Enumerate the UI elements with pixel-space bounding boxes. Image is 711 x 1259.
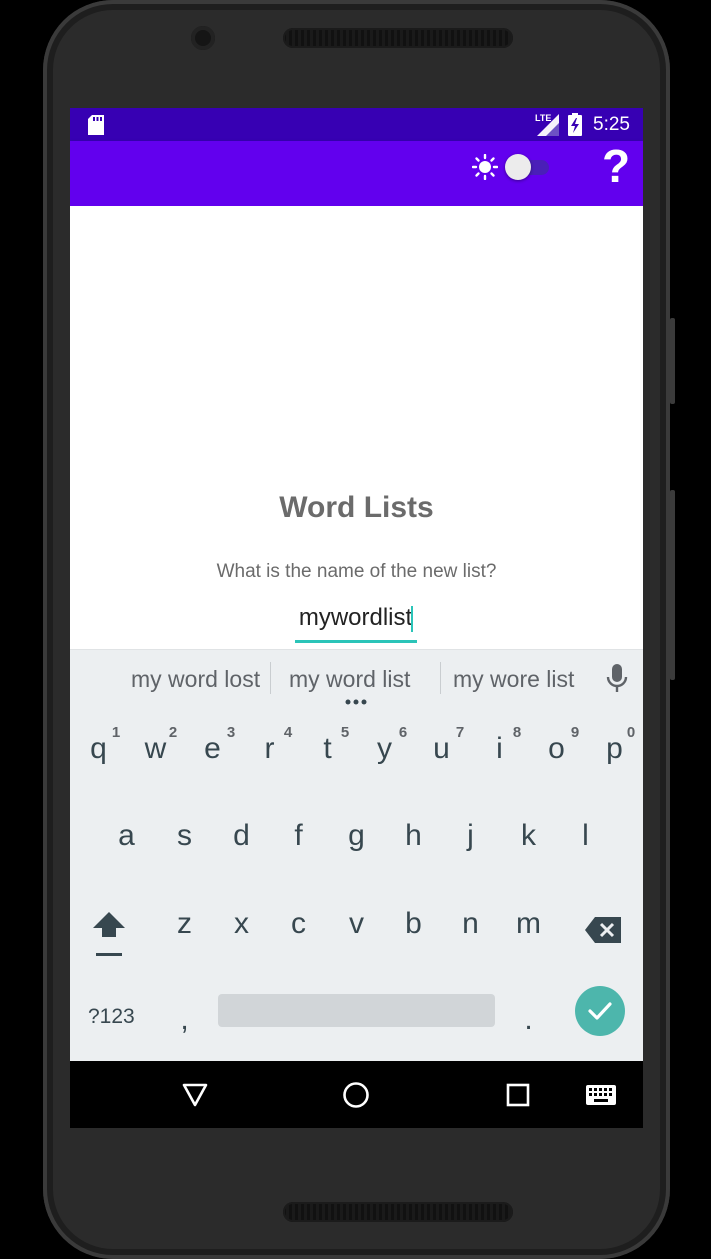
suggestion-3[interactable]: my wore list [453,666,574,693]
help-icon[interactable]: ? [602,139,630,193]
space-bar[interactable] [218,994,495,1027]
key-j[interactable]: j [442,819,499,853]
key-d[interactable]: d [213,819,270,853]
done-button[interactable] [575,986,625,1036]
page-title: Word Lists [279,491,434,524]
soft-keyboard: q w e r t y u i o p 1 2 3 4 5 6 7 8 9 0 … [70,707,643,1061]
key-hint-6: 6 [398,724,408,741]
key-g[interactable]: g [328,819,385,853]
sun-icon [472,154,498,180]
suggestion-divider [440,662,441,694]
signal-icon [537,114,559,136]
key-n[interactable]: n [442,907,499,941]
home-icon[interactable] [342,1081,370,1109]
suggestion-divider [270,662,271,694]
key-l[interactable]: l [557,819,614,853]
key-x[interactable]: x [213,907,270,941]
sd-card-icon [88,115,104,135]
key-hint-5: 5 [340,724,350,741]
key-a[interactable]: a [98,819,155,853]
key-hint-9: 9 [570,724,580,741]
key-c[interactable]: c [270,907,327,941]
key-s[interactable]: s [156,819,213,853]
text-cursor [411,605,414,632]
toggle-thumb [505,154,531,180]
key-hint-0: 0 [626,724,636,741]
power-button [670,490,675,680]
symbols-key[interactable]: ?123 [88,1005,135,1029]
period-key[interactable]: . [500,1003,557,1037]
app-bar: ? [70,139,643,206]
battery-charging-icon [568,113,582,136]
key-hint-8: 8 [512,724,522,741]
navigation-bar [70,1061,643,1128]
more-suggestions-dots [345,699,367,705]
bottom-speaker [283,1202,513,1222]
list-name-prompt: What is the name of the new list? [216,561,497,582]
backspace-icon[interactable] [585,917,621,943]
key-f[interactable]: f [270,819,327,853]
key-hint-3: 3 [226,724,236,741]
checkmark-icon [588,1002,612,1020]
key-k[interactable]: k [500,819,557,853]
list-name-input-value: mywordlist [298,604,413,631]
key-hint-4: 4 [283,724,293,741]
key-m[interactable]: m [500,907,557,941]
keyboard-icon[interactable] [586,1085,616,1105]
shift-icon[interactable] [92,910,126,958]
list-name-input[interactable]: mywordlist [295,604,417,643]
back-icon[interactable] [181,1082,209,1108]
key-hint-7: 7 [455,724,465,741]
suggestion-1[interactable]: my word lost [131,666,260,693]
key-hint-2: 2 [168,724,178,741]
microphone-icon[interactable] [606,664,628,694]
key-hint-1: 1 [111,724,121,741]
moon-icon [574,156,585,178]
status-bar: LTE 5:25 [70,108,643,141]
recents-icon[interactable] [506,1083,530,1107]
key-b[interactable]: b [385,907,442,941]
screen: LTE 5:25 ? Word Lists What is the name o… [70,108,643,1128]
comma-key[interactable]: , [156,1003,213,1037]
key-v[interactable]: v [328,907,385,941]
theme-toggle[interactable] [505,154,551,180]
suggestion-2[interactable]: my word list [289,666,410,693]
key-z[interactable]: z [156,907,213,941]
front-camera [191,26,215,50]
clock: 5:25 [593,114,630,135]
suggestion-strip: my word lost my word list my wore list [70,649,643,708]
top-speaker [283,28,513,48]
volume-button [670,318,675,404]
key-h[interactable]: h [385,819,442,853]
